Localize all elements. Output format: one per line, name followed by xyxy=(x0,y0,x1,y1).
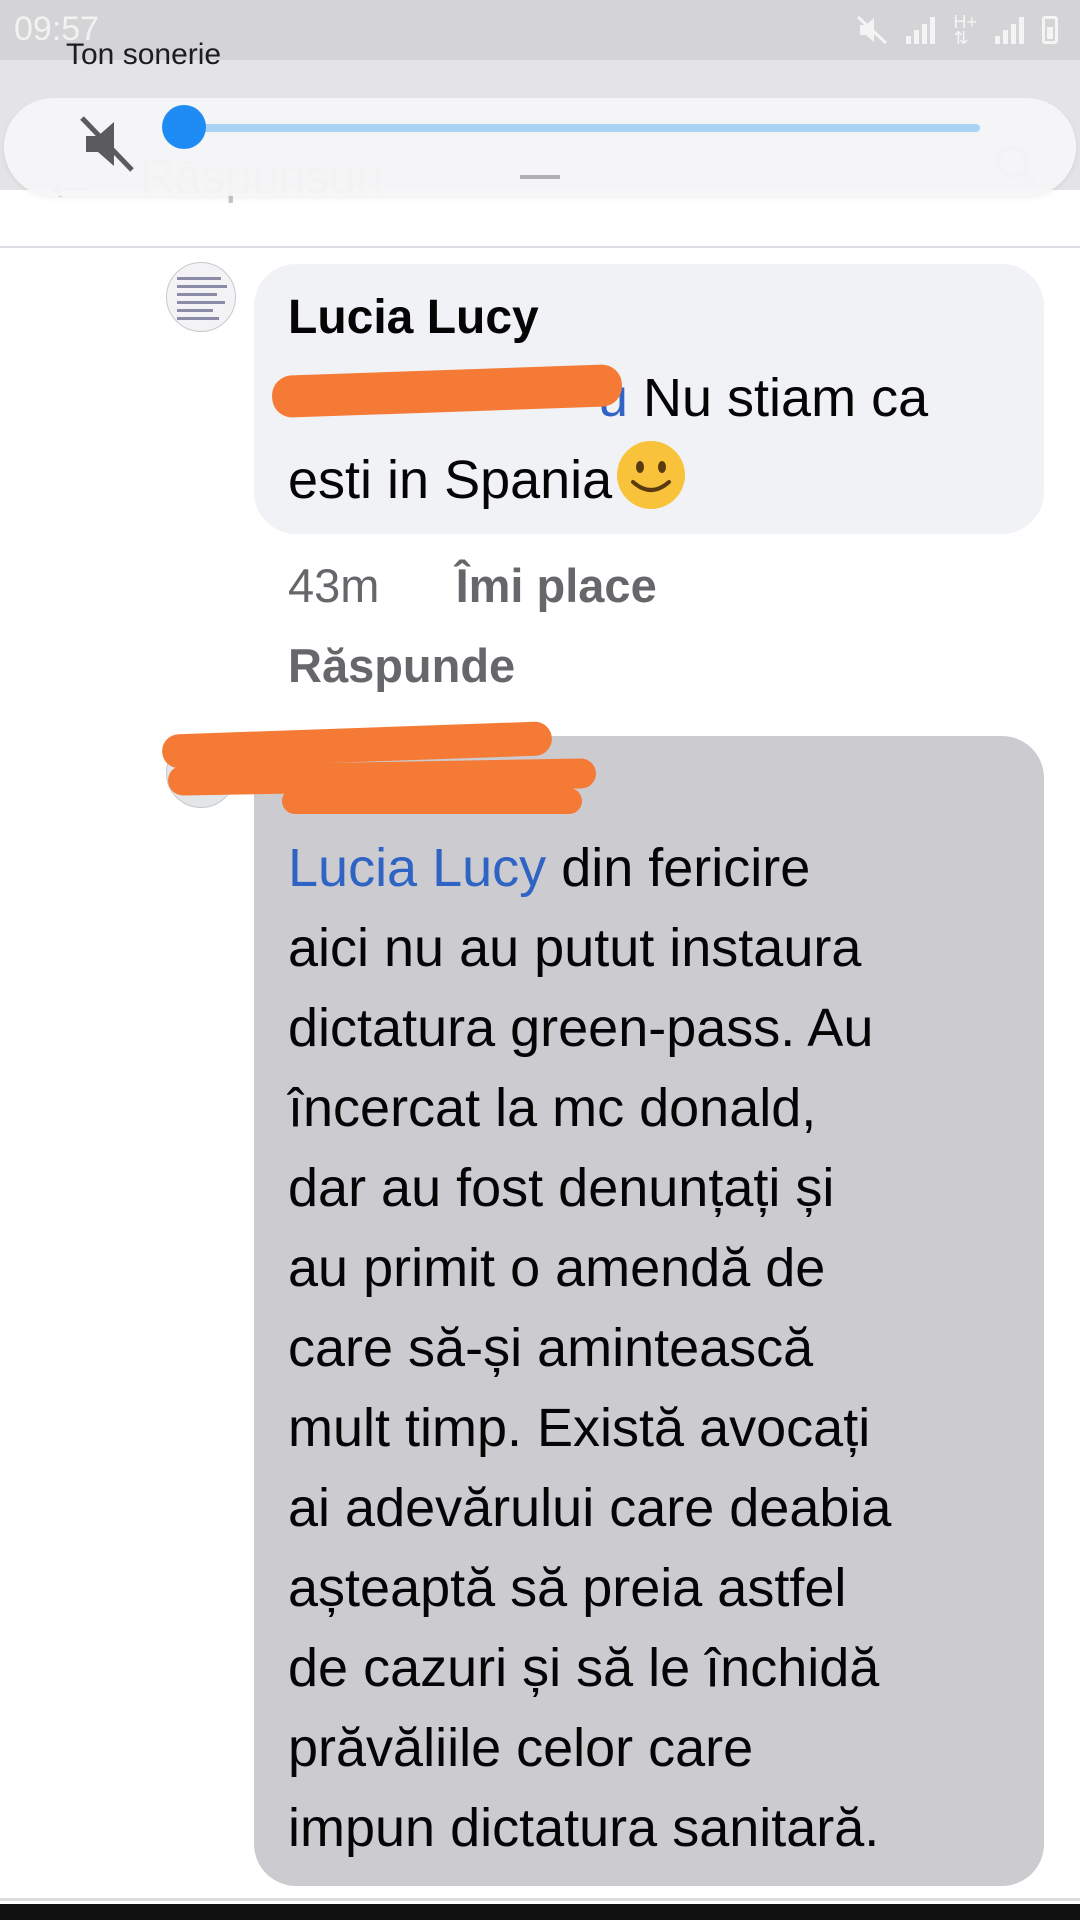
mention-link[interactable]: Lucia Lucy xyxy=(288,838,546,898)
comment-text-line: care să-și amintească xyxy=(288,1318,814,1378)
volume-slider-track[interactable] xyxy=(183,124,980,132)
battery-icon xyxy=(1042,16,1058,44)
redaction-mark xyxy=(282,788,582,814)
comment-text-line: dictatura green-pass. Au xyxy=(288,998,874,1058)
comment-text-line: ai adevărului care deabia xyxy=(288,1478,892,1538)
bottom-bar xyxy=(0,1904,1080,1920)
comment-text-line: prăvăliile celor care xyxy=(288,1718,754,1778)
comment-text-line: aici nu au putut instaura xyxy=(288,918,862,978)
comment-text-line: Lucia Lucy din fericire xyxy=(288,838,811,898)
signal-icon xyxy=(906,16,936,44)
comment-text-line: mult timp. Există avocați xyxy=(288,1398,871,1458)
like-button[interactable]: Îmi place xyxy=(456,559,657,612)
smile-emoji-icon xyxy=(617,441,686,509)
volume-label: Ton sonerie xyxy=(66,38,222,71)
status-icons: H+ ⇅ xyxy=(856,12,1058,48)
volume-slider-thumb[interactable] xyxy=(162,105,206,149)
reply-button[interactable]: Răspunde xyxy=(288,638,515,693)
mute-icon[interactable] xyxy=(78,114,138,174)
comment-text-line: încercat la mc donald, xyxy=(288,1078,817,1138)
avatar[interactable] xyxy=(166,262,236,332)
header-divider xyxy=(0,246,1080,248)
comment-text-line: dar au fost denunțați și xyxy=(288,1158,835,1218)
comment-author[interactable]: Lucia Lucy xyxy=(288,290,539,345)
comment-text-line: esti in Spania xyxy=(288,438,688,520)
comment-time: 43m xyxy=(288,559,380,612)
comment-text-line: au primit o amendă de xyxy=(288,1238,826,1298)
bottom-divider xyxy=(0,1898,1080,1901)
volume-panel xyxy=(4,98,1076,196)
mute-status-icon xyxy=(857,15,888,45)
comment-text-line: de cazuri și să le închidă xyxy=(288,1638,880,1698)
comment-actions: 43m Îmi place xyxy=(288,558,657,613)
volume-expand-handle[interactable] xyxy=(520,175,560,179)
signal-icon-2 xyxy=(995,16,1024,44)
comment-text-line: impun dictatura sanitară. xyxy=(288,1798,880,1858)
comment-text-line: așteaptă să preia astfel xyxy=(288,1558,847,1618)
network-type-icon: H+ ⇅ xyxy=(953,12,977,48)
